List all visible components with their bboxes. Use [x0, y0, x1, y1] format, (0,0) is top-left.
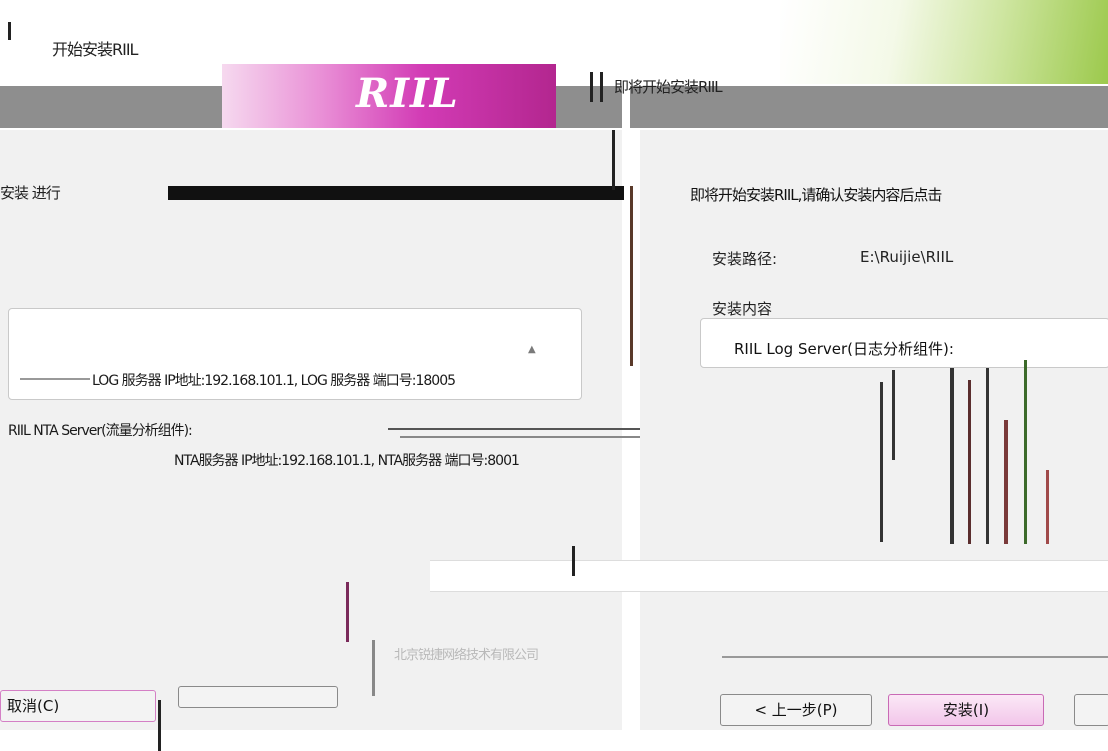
install-path-value: E:\Ruijie\RIIL	[860, 248, 954, 266]
header-strip	[556, 86, 622, 128]
decor-bar	[892, 370, 895, 460]
decor-bar	[986, 368, 989, 544]
log-server-info: LOG 服务器 IP地址:192.168.101.1, LOG 服务器 端口号:…	[92, 373, 456, 389]
banner-graphic	[780, 0, 1108, 84]
install-content-label: 安装内容	[712, 300, 773, 318]
divider	[20, 378, 90, 380]
blank-button[interactable]	[178, 686, 338, 708]
confirm-message: 即将开始安装RIIL,请确认安装内容后点击	[690, 186, 942, 204]
divider	[612, 130, 615, 190]
divider	[572, 546, 575, 576]
decor-bar	[1024, 360, 1027, 544]
install-path-label: 安装路径:	[712, 250, 778, 268]
window-title: 开始安装RIIL	[52, 40, 138, 59]
decor-bar	[1046, 470, 1049, 544]
header-strip	[0, 86, 222, 128]
panel-splitter[interactable]	[630, 186, 633, 366]
install-progress-bar	[168, 186, 624, 200]
decor-bar	[880, 382, 883, 542]
back-button[interactable]: < 上一步(P)	[720, 694, 872, 726]
divider	[372, 640, 375, 696]
extra-button[interactable]	[1074, 694, 1108, 726]
cancel-button[interactable]: 取消(C)	[0, 690, 156, 722]
right-panel	[640, 130, 1108, 730]
divider	[722, 656, 1108, 658]
divider	[600, 72, 603, 102]
decor-bar	[1004, 420, 1008, 544]
nta-server-info: NTA服务器 IP地址:192.168.101.1, NTA服务器 端口号:80…	[174, 453, 520, 469]
install-content-line: RIIL Log Server(日志分析组件):	[734, 340, 954, 358]
riil-logo: RIIL	[356, 70, 459, 117]
nta-server-title: RIIL NTA Server(流量分析组件):	[8, 423, 193, 439]
scroll-up-arrow-icon[interactable]: ▲	[528, 344, 536, 355]
decor-bar	[950, 368, 954, 544]
divider	[8, 22, 11, 40]
divider	[590, 72, 593, 102]
decor-bar	[968, 380, 971, 544]
page-title: 即将开始安装RIIL	[614, 78, 723, 96]
progress-fill	[168, 186, 624, 200]
divider	[346, 582, 349, 642]
install-button[interactable]: 安装(I)	[888, 694, 1044, 726]
bottom-scroll-strip[interactable]	[430, 560, 1108, 592]
company-name: 北京锐捷网络技术有限公司	[394, 648, 539, 663]
install-status-text: 安装 进行	[0, 184, 61, 202]
divider	[158, 700, 161, 751]
